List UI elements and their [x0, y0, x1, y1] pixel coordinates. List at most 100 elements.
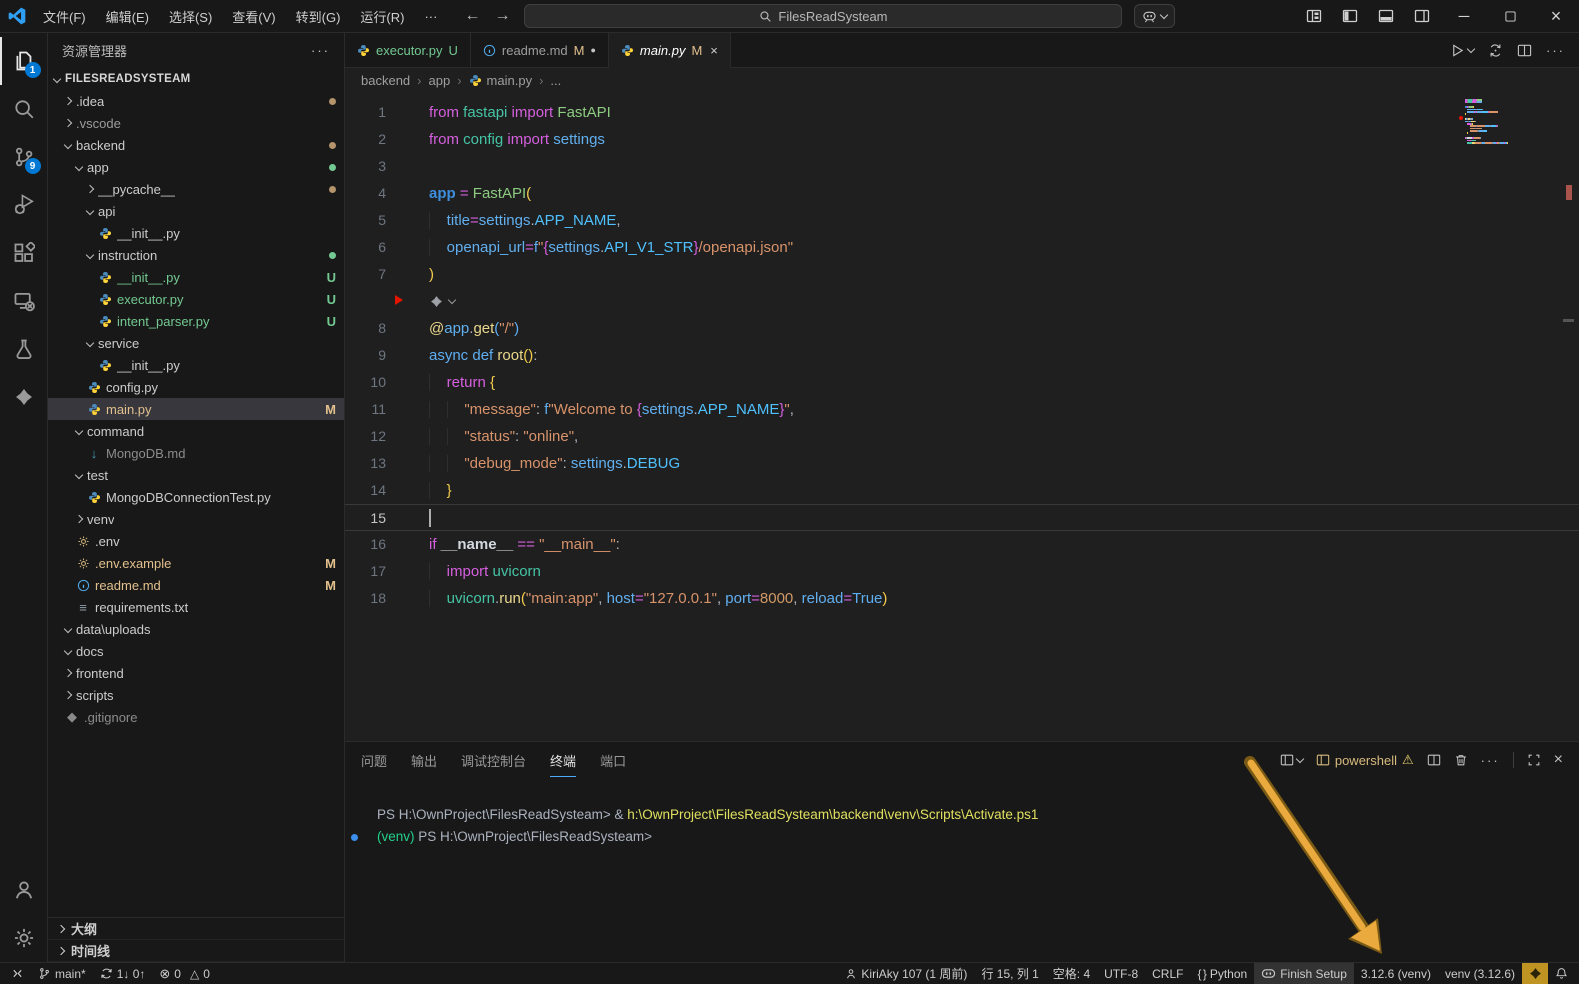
- status-item-venv-3-12-6-[interactable]: venv (3.12.6): [1438, 963, 1522, 984]
- breadcrumb-item[interactable]: backend: [361, 73, 410, 88]
- sidebar-section-timeline[interactable]: 时间线: [48, 940, 344, 962]
- activitybar-debug-icon[interactable]: [0, 181, 48, 229]
- code-line-15[interactable]: 15: [345, 504, 1579, 531]
- status-item-python[interactable]: { }Python: [1190, 963, 1254, 984]
- panel-more-icon[interactable]: ···: [1481, 753, 1500, 768]
- editor-tab-executor.py[interactable]: executor.pyU: [345, 33, 471, 67]
- status-item-utf-8[interactable]: UTF-8: [1097, 963, 1145, 984]
- close-tab-icon[interactable]: ×: [710, 43, 718, 58]
- tree-item[interactable]: ↓MongoDB.md: [48, 442, 344, 464]
- tree-item[interactable]: ◆.gitignore: [48, 706, 344, 728]
- toggle-secondary-sidebar-icon[interactable]: [1409, 4, 1435, 28]
- code-line-2[interactable]: 2from config import settings: [345, 126, 1579, 153]
- status-item-ai-plugin[interactable]: [1522, 963, 1548, 984]
- activitybar-scm-icon[interactable]: 9: [0, 133, 48, 181]
- panel-tab-输出[interactable]: 输出: [411, 743, 437, 777]
- tree-item[interactable]: .env.exampleM: [48, 552, 344, 574]
- ai-assistant-icon[interactable]: [429, 294, 444, 309]
- status-item-1-0-[interactable]: 1↓ 0↑: [93, 963, 153, 984]
- sidebar-section-outline[interactable]: 大纲: [48, 918, 344, 940]
- activitybar-extensions-icon[interactable]: [0, 229, 48, 277]
- activitybar-pinwheel-icon[interactable]: [0, 373, 48, 421]
- tree-item[interactable]: backend: [48, 134, 344, 156]
- copilot-menu-button[interactable]: [1134, 4, 1175, 28]
- menu-item[interactable]: 转到(G): [287, 3, 350, 30]
- code-line-14[interactable]: 14 }: [345, 477, 1579, 504]
- panel-tab-端口[interactable]: 端口: [600, 743, 626, 777]
- tree-item[interactable]: frontend: [48, 662, 344, 684]
- tree-item[interactable]: docs: [48, 640, 344, 662]
- status-item[interactable]: [1548, 963, 1575, 984]
- menu-item[interactable]: ···: [415, 5, 446, 28]
- more-actions-icon[interactable]: ···: [1546, 43, 1565, 58]
- nav-forward-icon[interactable]: →: [494, 7, 510, 25]
- status-item-crlf[interactable]: CRLF: [1145, 963, 1190, 984]
- status-item--4[interactable]: 空格: 4: [1046, 963, 1097, 984]
- terminal-tab-powershell[interactable]: powershell ⚠: [1316, 752, 1414, 768]
- command-center-search[interactable]: FilesReadSysteam: [524, 4, 1122, 28]
- run-dropdown-icon[interactable]: [1467, 44, 1475, 52]
- code-line-1[interactable]: 1from fastapi import FastAPI: [345, 99, 1579, 126]
- maximize-panel-icon[interactable]: [1527, 753, 1541, 767]
- status-item-0[interactable]: ⊗0△0: [152, 963, 217, 984]
- maximize-button[interactable]: [1487, 0, 1533, 33]
- panel-tab-调试控制台[interactable]: 调试控制台: [461, 743, 526, 777]
- code-line-16[interactable]: 16if __name__ == "__main__":: [345, 531, 1579, 558]
- terminal-launch-icon[interactable]: [1280, 753, 1303, 767]
- tree-item[interactable]: config.py: [48, 376, 344, 398]
- panel-tab-问题[interactable]: 问题: [361, 743, 387, 777]
- status-item-main-[interactable]: main*: [31, 963, 93, 984]
- kill-terminal-icon[interactable]: [1454, 753, 1468, 767]
- minimize-button[interactable]: ─: [1441, 0, 1487, 33]
- code-line-3[interactable]: 3: [345, 153, 1579, 180]
- activitybar-files-icon[interactable]: 1: [0, 37, 48, 85]
- menu-item[interactable]: 选择(S): [160, 3, 221, 30]
- minimap[interactable]: [1465, 99, 1549, 144]
- command-decoration-dot[interactable]: [351, 834, 358, 841]
- tree-item[interactable]: venv: [48, 508, 344, 530]
- panel-tab-终端[interactable]: 终端: [550, 743, 576, 777]
- status-item-kiriaky-107-1-[interactable]: KiriAky 107 (1 周前): [838, 963, 974, 984]
- tree-item[interactable]: api: [48, 200, 344, 222]
- tree-item[interactable]: .idea: [48, 90, 344, 112]
- tree-item[interactable]: MongoDBConnectionTest.py: [48, 486, 344, 508]
- status-item-finish-setup[interactable]: Finish Setup: [1254, 963, 1354, 984]
- tree-item[interactable]: __init__.pyU: [48, 266, 344, 288]
- close-button[interactable]: ×: [1533, 0, 1579, 33]
- dirty-dot-icon[interactable]: ●: [590, 45, 595, 55]
- tree-item[interactable]: ≡requirements.txt: [48, 596, 344, 618]
- code-editor[interactable]: 1from fastapi import FastAPI2from config…: [345, 93, 1579, 741]
- customize-layout-icon[interactable]: [1301, 4, 1327, 28]
- breadcrumb-item[interactable]: ...: [550, 73, 561, 88]
- tree-root[interactable]: FILESREADSYSTEAM: [48, 68, 344, 90]
- status-item--15-1[interactable]: 行 15, 列 1: [974, 963, 1045, 984]
- chevron-down-icon[interactable]: [1296, 754, 1304, 762]
- tree-item[interactable]: main.pyM: [48, 398, 344, 420]
- code-line-10[interactable]: 10 return {: [345, 369, 1579, 396]
- activitybar-search-icon[interactable]: [0, 85, 48, 133]
- close-panel-icon[interactable]: ×: [1554, 751, 1563, 769]
- tree-item[interactable]: __init__.py: [48, 222, 344, 244]
- tree-item[interactable]: readme.mdM: [48, 574, 344, 596]
- toggle-sidebar-icon[interactable]: [1337, 4, 1363, 28]
- code-line-12[interactable]: 12 "status": "online",: [345, 423, 1579, 450]
- status-item[interactable]: [4, 963, 31, 984]
- code-line-5[interactable]: 5 title=settings.APP_NAME,: [345, 207, 1579, 234]
- status-item-3-12-6-venv-[interactable]: 3.12.6 (venv): [1354, 963, 1438, 984]
- tree-item[interactable]: __init__.py: [48, 354, 344, 376]
- code-line-13[interactable]: 13 "debug_mode": settings.DEBUG: [345, 450, 1579, 477]
- run-python-button[interactable]: [1450, 43, 1474, 58]
- code-line-6[interactable]: 6 openapi_url=f"{settings.API_V1_STR}/op…: [345, 234, 1579, 261]
- code-line-4[interactable]: 4app = FastAPI(: [345, 180, 1579, 207]
- tree-item[interactable]: executor.pyU: [48, 288, 344, 310]
- activitybar-testing-icon[interactable]: [0, 325, 48, 373]
- tree-item[interactable]: command: [48, 420, 344, 442]
- tree-item[interactable]: service: [48, 332, 344, 354]
- tree-item[interactable]: test: [48, 464, 344, 486]
- code-line-17[interactable]: 17 import uvicorn: [345, 558, 1579, 585]
- editor-tab-main.py[interactable]: main.pyM×: [609, 33, 731, 68]
- split-editor-icon[interactable]: [1517, 43, 1532, 58]
- code-line-18[interactable]: 18 uvicorn.run("main:app", host="127.0.0…: [345, 585, 1579, 612]
- tree-item[interactable]: app: [48, 156, 344, 178]
- tree-item[interactable]: .vscode: [48, 112, 344, 134]
